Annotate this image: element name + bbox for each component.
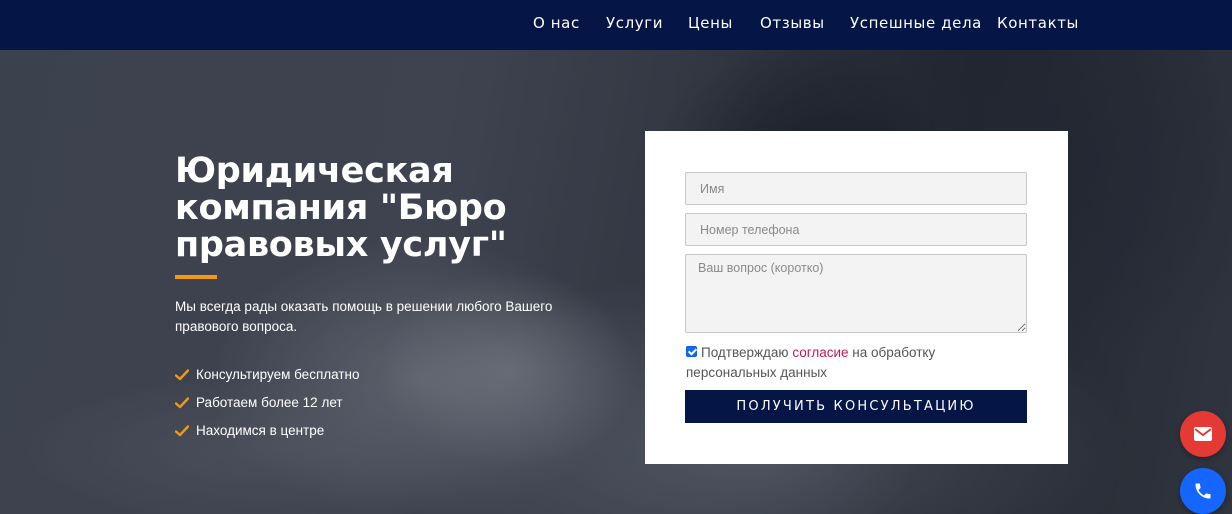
mail-button[interactable] <box>1180 411 1226 457</box>
hero-title: Юридическая компания "Бюро правовых услу… <box>175 153 555 264</box>
feature-item: Работаем более 12 лет <box>175 395 343 410</box>
consultation-form: Подтверждаю согласие на обработку персон… <box>645 131 1068 464</box>
hero-title-line: правовых услуг" <box>175 225 507 265</box>
feature-item: Находимся в центре <box>175 423 324 438</box>
name-input[interactable] <box>685 172 1027 205</box>
mail-icon <box>1194 427 1212 441</box>
title-accent-divider <box>175 275 217 279</box>
phone-button[interactable] <box>1180 468 1226 514</box>
feature-label: Работаем более 12 лет <box>196 395 343 410</box>
check-icon <box>175 424 189 436</box>
hero-description: Мы всегда рады оказать помощь в решении … <box>175 299 553 334</box>
get-consultation-button[interactable]: ПОЛУЧИТЬ КОНСУЛЬТАЦИЮ <box>685 390 1027 423</box>
phone-input[interactable] <box>685 213 1027 246</box>
hero-title-line: компания "Бюро <box>175 188 507 228</box>
phone-icon <box>1195 483 1211 499</box>
consent-text-prefix: Подтверждаю <box>701 345 793 360</box>
feature-label: Находимся в центре <box>196 423 325 438</box>
feature-item: Консультируем бесплатно <box>175 367 360 382</box>
nav-link-about[interactable]: О нас <box>533 14 580 32</box>
top-navbar: О нас Услуги Цены Отзывы Успешные дела К… <box>0 0 1232 50</box>
nav-link-reviews[interactable]: Отзывы <box>760 14 825 32</box>
check-icon <box>175 368 189 380</box>
nav-link-services[interactable]: Услуги <box>606 14 663 32</box>
question-textarea[interactable] <box>685 254 1027 333</box>
feature-label: Консультируем бесплатно <box>196 367 360 382</box>
nav-link-prices[interactable]: Цены <box>688 14 733 32</box>
hero-title-line: Юридическая <box>175 151 454 191</box>
nav-link-contacts[interactable]: Контакты <box>997 14 1079 32</box>
consent-label: Подтверждаю согласие на обработку персон… <box>686 343 986 383</box>
consent-link[interactable]: согласие <box>792 345 848 360</box>
check-icon <box>175 396 189 408</box>
nav-link-success-cases[interactable]: Успешные дела <box>850 14 982 32</box>
